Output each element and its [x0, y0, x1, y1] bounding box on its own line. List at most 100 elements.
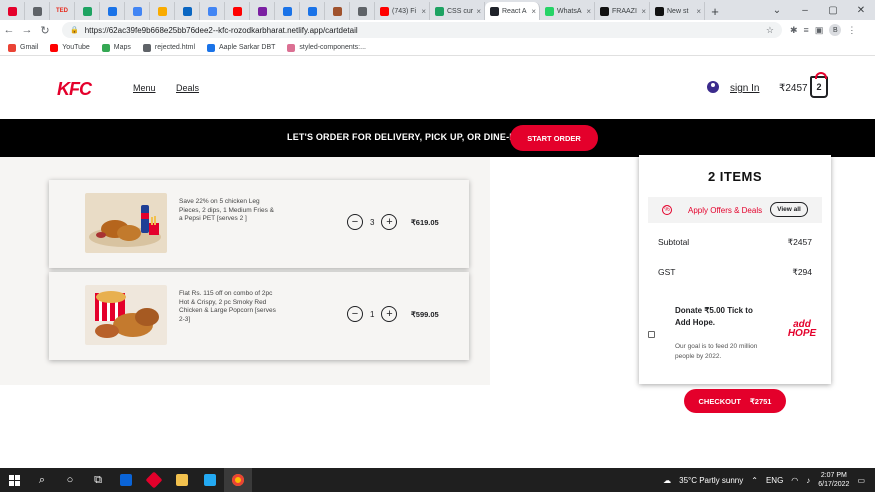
tab-favicon-icon — [357, 6, 367, 16]
task-view-icon[interactable]: ⧉ — [84, 468, 112, 492]
reading-list-icon[interactable]: ≡ — [804, 25, 809, 35]
address-bar[interactable]: 🔒 https://62ac39fe9b668e25bb76dee2--kfc-… — [62, 22, 782, 38]
start-order-button[interactable]: START ORDER — [510, 125, 598, 151]
browser-tab[interactable] — [250, 2, 275, 20]
weather-icon[interactable]: ☁ — [663, 476, 671, 485]
star-icon[interactable]: ☆ — [766, 25, 774, 36]
app-icon[interactable] — [140, 468, 168, 492]
kfc-logo[interactable]: KFC — [57, 79, 92, 100]
increase-quantity-button[interactable]: + — [381, 306, 398, 322]
tab-close-icon[interactable]: × — [421, 7, 426, 16]
tab-favicon-icon — [545, 6, 554, 16]
side-panel-icon[interactable]: ▣ — [815, 25, 824, 36]
browser-tab[interactable]: CSS cur × — [430, 2, 485, 20]
decrease-quantity-button[interactable]: − — [347, 214, 363, 230]
browser-tab[interactable] — [275, 2, 300, 20]
browser-tab[interactable] — [225, 2, 250, 20]
tab-favicon-icon — [82, 6, 92, 16]
browser-tab[interactable] — [75, 2, 100, 20]
browser-tab[interactable]: New st × — [650, 2, 705, 20]
tab-label: TED — [56, 8, 68, 14]
volume-icon[interactable]: ♪ — [806, 476, 810, 485]
menu-icon[interactable]: ⋮ — [847, 25, 856, 36]
browser-tab[interactable]: FRAAZI × — [595, 2, 650, 20]
forward-icon[interactable]: → — [18, 24, 36, 36]
item-image — [85, 285, 167, 345]
tab-close-icon[interactable]: × — [586, 7, 591, 16]
bookmark-item[interactable]: Gmail — [8, 43, 38, 52]
maximize-icon[interactable]: ▢ — [819, 0, 847, 20]
user-icon[interactable] — [707, 81, 719, 93]
item-price: ₹599.05 — [411, 310, 439, 319]
browser-tab[interactable]: WhatsA × — [540, 2, 595, 20]
browser-tab[interactable] — [325, 2, 350, 20]
vscode-icon[interactable] — [196, 468, 224, 492]
cart-bucket-icon[interactable]: 2 — [810, 72, 828, 98]
new-tab-button[interactable]: + — [705, 2, 725, 20]
browser-tab[interactable] — [150, 2, 175, 20]
tab-close-icon[interactable]: × — [476, 7, 481, 16]
browser-tab[interactable]: (743) Fi × — [375, 2, 430, 20]
offers-row[interactable]: % Apply Offers & Deals View all — [648, 197, 822, 223]
browser-tab[interactable] — [25, 2, 50, 20]
bookmark-label: Maps — [113, 44, 131, 51]
clock[interactable]: 2:07 PM 6/17/2022 — [818, 471, 849, 489]
tab-favicon-icon — [435, 6, 444, 16]
item-image — [85, 193, 167, 253]
minimize-icon[interactable]: – — [791, 0, 819, 20]
nav-deals-link[interactable]: Deals — [176, 83, 199, 93]
donate-checkbox[interactable] — [648, 331, 655, 338]
tab-favicon-icon — [7, 6, 17, 16]
bookmark-item[interactable]: YouTube — [50, 43, 90, 52]
tab-favicon-icon — [32, 6, 42, 16]
tray-chevron-icon[interactable]: ⌃ — [751, 476, 758, 485]
kfc-cart-page: KFC Menu Deals sign In ₹2457 2 LET'S ORD… — [0, 57, 875, 468]
bookmark-item[interactable]: Maps — [101, 43, 131, 52]
checkout-label: CHECKOUT — [698, 396, 742, 406]
decrease-quantity-button[interactable]: − — [347, 306, 363, 322]
bookmark-item[interactable]: Aaple Sarkar DBT — [207, 43, 275, 52]
clock-time: 2:07 PM — [820, 472, 847, 479]
language-indicator[interactable]: ENG — [766, 476, 783, 485]
tab-close-icon[interactable]: × — [696, 7, 701, 16]
clock-date: 6/17/2022 — [818, 481, 850, 488]
item-quantity: 3 — [370, 217, 375, 227]
sign-in-link[interactable]: sign In — [730, 83, 759, 94]
tab-close-icon[interactable]: × — [641, 7, 646, 16]
tab-close-icon[interactable]: × — [531, 7, 536, 16]
file-explorer-icon[interactable] — [168, 468, 196, 492]
notifications-icon[interactable]: ▭ — [857, 476, 865, 485]
browser-tab[interactable] — [0, 2, 25, 20]
bookmark-item[interactable]: rejected.html — [142, 43, 195, 52]
chrome-icon[interactable] — [224, 468, 252, 492]
browser-tab[interactable] — [350, 2, 375, 20]
mail-icon[interactable] — [112, 468, 140, 492]
item-description: Save 22% on 5 chicken Leg Pieces, 2 dips… — [179, 198, 275, 222]
close-icon[interactable]: ✕ — [847, 0, 875, 20]
start-icon[interactable] — [0, 468, 28, 492]
browser-tab[interactable]: React A × — [485, 2, 540, 20]
back-icon[interactable]: ← — [0, 24, 18, 36]
lock-icon[interactable]: 🔒 — [70, 26, 79, 34]
weather-text[interactable]: 35°C Partly sunny — [679, 476, 743, 485]
browser-tab[interactable] — [100, 2, 125, 20]
browser-tab[interactable] — [175, 2, 200, 20]
chevron-down-icon[interactable]: ⌄ — [763, 0, 791, 20]
nav-menu-link[interactable]: Menu — [133, 83, 156, 93]
bookmark-item[interactable]: styled-components:... — [287, 43, 366, 52]
browser-tab[interactable] — [200, 2, 225, 20]
reload-icon[interactable]: ↻ — [36, 24, 54, 37]
browser-tab[interactable] — [300, 2, 325, 20]
view-all-button[interactable]: View all — [770, 202, 808, 217]
extensions-icon[interactable]: ✱ — [790, 25, 798, 36]
checkout-button[interactable]: CHECKOUT ₹2751 — [684, 389, 786, 413]
offers-label[interactable]: Apply Offers & Deals — [688, 206, 762, 215]
cart-amount: ₹2457 — [779, 83, 808, 94]
search-icon[interactable]: ⌕ — [28, 468, 56, 492]
cortana-icon[interactable]: ○ — [56, 468, 84, 492]
increase-quantity-button[interactable]: + — [381, 214, 398, 230]
browser-tab[interactable]: TED — [50, 2, 75, 20]
profile-avatar[interactable]: B — [829, 24, 842, 36]
wifi-icon[interactable]: ◠ — [791, 476, 798, 485]
browser-tab[interactable] — [125, 2, 150, 20]
